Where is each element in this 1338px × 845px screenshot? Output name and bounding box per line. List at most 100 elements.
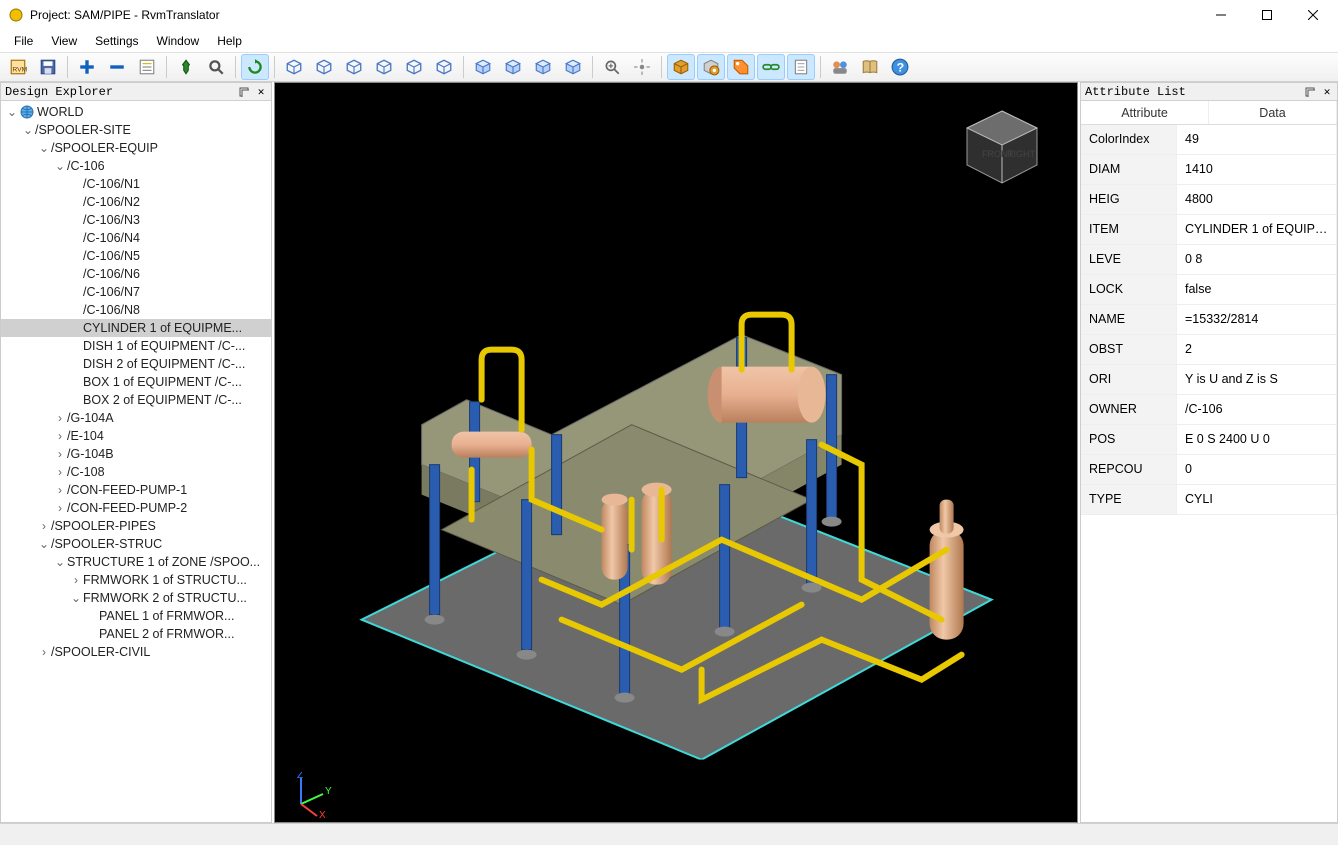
attribute-row[interactable]: ColorIndex49 [1081,125,1337,155]
chevron-down-icon[interactable]: ⌄ [69,591,83,605]
tree-item[interactable]: /C-106/N4 [1,229,271,247]
tree-item[interactable]: ⌄/SPOOLER-EQUIP [1,139,271,157]
attribute-row[interactable]: HEIG4800 [1081,185,1337,215]
tree-item[interactable]: /C-106/N8 [1,301,271,319]
chevron-right-icon[interactable]: › [53,447,67,461]
close-button[interactable] [1290,0,1336,30]
attribute-row[interactable]: POSE 0 S 2400 U 0 [1081,425,1337,455]
panel-close-button[interactable]: ✕ [1319,85,1335,99]
tree-item[interactable]: ›/G-104B [1,445,271,463]
chevron-down-icon[interactable]: ⌄ [53,159,67,173]
panel-float-button[interactable] [236,85,252,99]
attribute-row[interactable]: LOCKfalse [1081,275,1337,305]
rvm-icon[interactable]: RVM [4,54,32,80]
tree-item[interactable]: ›/E-104 [1,427,271,445]
attribute-row[interactable]: ORIY is U and Z is S [1081,365,1337,395]
tree-item[interactable]: ⌄WORLD [1,103,271,121]
tree-item[interactable]: /C-106/N7 [1,283,271,301]
chevron-right-icon[interactable]: › [37,519,51,533]
attribute-row[interactable]: ITEMCYLINDER 1 of EQUIPME... [1081,215,1337,245]
cube-shade-3-icon[interactable] [529,54,557,80]
attribute-row[interactable]: LEVE0 8 [1081,245,1337,275]
attribute-row[interactable]: DIAM1410 [1081,155,1337,185]
tree-item[interactable]: /C-106/N3 [1,211,271,229]
tree-item[interactable]: ›/SPOOLER-CIVIL [1,643,271,661]
col-attribute[interactable]: Attribute [1081,101,1209,124]
book-icon[interactable] [856,54,884,80]
chevron-right-icon[interactable]: › [37,645,51,659]
chevron-right-icon[interactable]: › [53,465,67,479]
attribute-row[interactable]: TYPECYLI [1081,485,1337,515]
chevron-down-icon[interactable]: ⌄ [37,537,51,551]
cube-shade-2-icon[interactable] [499,54,527,80]
minimize-button[interactable] [1198,0,1244,30]
menu-settings[interactable]: Settings [87,32,146,50]
tree-item[interactable]: ›FRMWORK 1 of STRUCTU... [1,571,271,589]
zoom-center-icon[interactable] [628,54,656,80]
view-cube[interactable]: FRONT RIGHT [957,103,1047,193]
zoom-fit-icon[interactable] [598,54,626,80]
properties-icon[interactable] [133,54,161,80]
save-icon[interactable] [34,54,62,80]
chevron-right-icon[interactable]: › [53,501,67,515]
3d-viewport[interactable]: FRONT RIGHT Z Y X [274,82,1078,823]
attribute-row[interactable]: REPCOU0 [1081,455,1337,485]
tree-item[interactable]: ⌄STRUCTURE 1 of ZONE /SPOO... [1,553,271,571]
attribute-row[interactable]: OWNER/C-106 [1081,395,1337,425]
attribute-table[interactable]: Attribute Data ColorIndex49DIAM1410HEIG4… [1081,101,1337,822]
tree-item[interactable]: /C-106/N2 [1,193,271,211]
cube-shade-1-icon[interactable] [469,54,497,80]
cube-wire-2-icon[interactable] [310,54,338,80]
chevron-down-icon[interactable]: ⌄ [5,105,19,119]
cube-wire-4-icon[interactable] [370,54,398,80]
users-icon[interactable] [826,54,854,80]
box-solid-icon[interactable] [667,54,695,80]
search-icon[interactable] [202,54,230,80]
pin-icon[interactable] [172,54,200,80]
tree-item[interactable]: ⌄/SPOOLER-SITE [1,121,271,139]
chevron-right-icon[interactable]: › [53,429,67,443]
tree-item[interactable]: ›/G-104A [1,409,271,427]
link-icon[interactable] [757,54,785,80]
tree-item[interactable]: ⌄/SPOOLER-STRUC [1,535,271,553]
tree-item[interactable]: ⌄/C-106 [1,157,271,175]
plus-icon[interactable] [73,54,101,80]
menu-help[interactable]: Help [209,32,250,50]
cube-wire-6-icon[interactable] [430,54,458,80]
attribute-row[interactable]: OBST2 [1081,335,1337,365]
chevron-right-icon[interactable]: › [69,573,83,587]
panel-close-button[interactable]: ✕ [253,85,269,99]
tree-item[interactable]: PANEL 1 of FRMWOR... [1,607,271,625]
design-tree[interactable]: ⌄WORLD⌄/SPOOLER-SITE⌄/SPOOLER-EQUIP⌄/C-1… [1,101,271,822]
tree-item[interactable]: ›/CON-FEED-PUMP-2 [1,499,271,517]
cube-wire-1-icon[interactable] [280,54,308,80]
chevron-right-icon[interactable]: › [53,411,67,425]
panel-float-button[interactable] [1302,85,1318,99]
cube-wire-5-icon[interactable] [400,54,428,80]
menu-window[interactable]: Window [149,32,208,50]
col-data[interactable]: Data [1209,101,1337,124]
tree-item[interactable]: CYLINDER 1 of EQUIPME... [1,319,271,337]
tree-item[interactable]: ›/C-108 [1,463,271,481]
help-icon[interactable]: ? [886,54,914,80]
gear-box-icon[interactable] [697,54,725,80]
chevron-right-icon[interactable]: › [53,483,67,497]
minus-icon[interactable] [103,54,131,80]
cube-shade-4-icon[interactable] [559,54,587,80]
tree-item[interactable]: DISH 1 of EQUIPMENT /C-... [1,337,271,355]
tree-item[interactable]: BOX 2 of EQUIPMENT /C-... [1,391,271,409]
tree-item[interactable]: DISH 2 of EQUIPMENT /C-... [1,355,271,373]
tree-item[interactable]: ⌄FRMWORK 2 of STRUCTU... [1,589,271,607]
refresh-icon[interactable] [241,54,269,80]
menu-file[interactable]: File [6,32,41,50]
menu-view[interactable]: View [43,32,85,50]
tree-item[interactable]: /C-106/N5 [1,247,271,265]
tree-item[interactable]: BOX 1 of EQUIPMENT /C-... [1,373,271,391]
cube-wire-3-icon[interactable] [340,54,368,80]
tag-icon[interactable] [727,54,755,80]
tree-item[interactable]: ›/SPOOLER-PIPES [1,517,271,535]
attribute-row[interactable]: NAME=15332/2814 [1081,305,1337,335]
page-icon[interactable] [787,54,815,80]
tree-item[interactable]: /C-106/N1 [1,175,271,193]
tree-item[interactable]: /C-106/N6 [1,265,271,283]
